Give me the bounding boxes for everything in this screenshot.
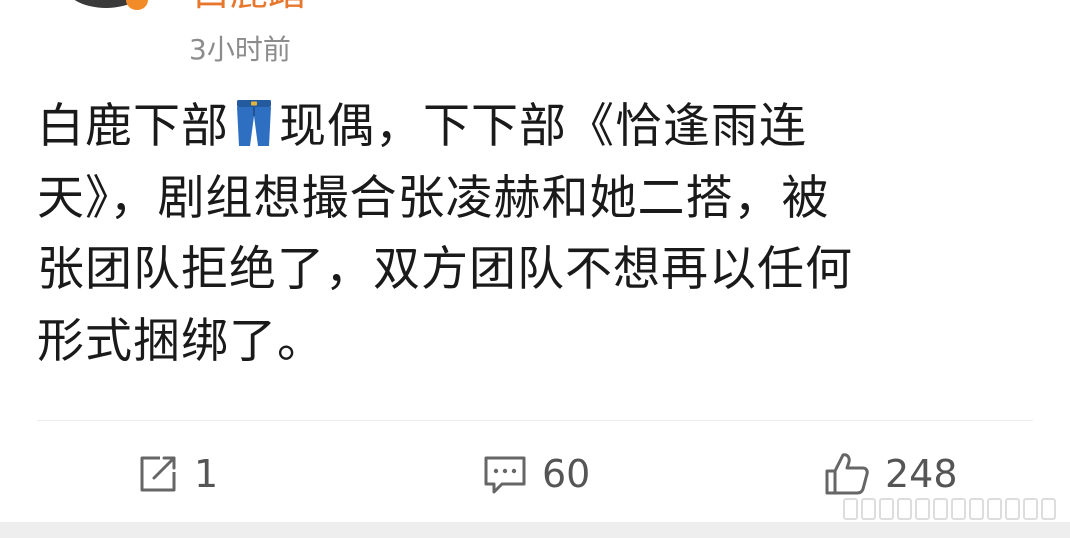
like-count: 248 xyxy=(885,452,958,496)
jeans-icon xyxy=(237,100,271,146)
comment-count: 60 xyxy=(542,452,591,496)
verified-badge-icon xyxy=(126,0,148,10)
comment-icon xyxy=(484,456,526,494)
comment-button[interactable]: 60 xyxy=(482,448,590,500)
post-text-segment: 白鹿下部 xyxy=(37,99,229,154)
post-line-3: 张团队拒绝了，双方团队不想再以任何 xyxy=(37,242,853,297)
post-line-1: 白鹿下部 现偶，下下部《恰逢雨连 xyxy=(37,91,1037,163)
divider xyxy=(37,420,1033,421)
repost-count: 1 xyxy=(194,452,219,496)
bottom-bar xyxy=(0,522,1070,538)
weibo-post-card: 白鹿踏 3小时前 白鹿下部现偶，下下部《恰逢雨连 天》，剧组想撮合张凌赫和她二搭… xyxy=(0,0,1070,538)
post-content: 白鹿下部 现偶，下下部《恰逢雨连 天》，剧组想撮合张凌赫和她二搭，被 张团队拒绝了… xyxy=(37,91,1037,377)
repost-button[interactable]: 1 xyxy=(136,448,218,500)
username[interactable]: 白鹿踏 xyxy=(192,0,306,12)
repost-icon xyxy=(140,456,176,492)
watermark-icon xyxy=(824,496,1056,522)
post-text-segment: 现偶，下下部《恰逢雨连 xyxy=(279,99,807,154)
like-button[interactable]: 248 xyxy=(823,448,958,500)
post-line-4: 形式捆绑了。 xyxy=(37,313,325,369)
post-timestamp: 3小时前 xyxy=(189,33,291,66)
post-line-2: 天》，剧组想撮合张凌赫和她二搭，被 xyxy=(37,170,830,226)
thumbs-up-icon xyxy=(825,453,869,495)
